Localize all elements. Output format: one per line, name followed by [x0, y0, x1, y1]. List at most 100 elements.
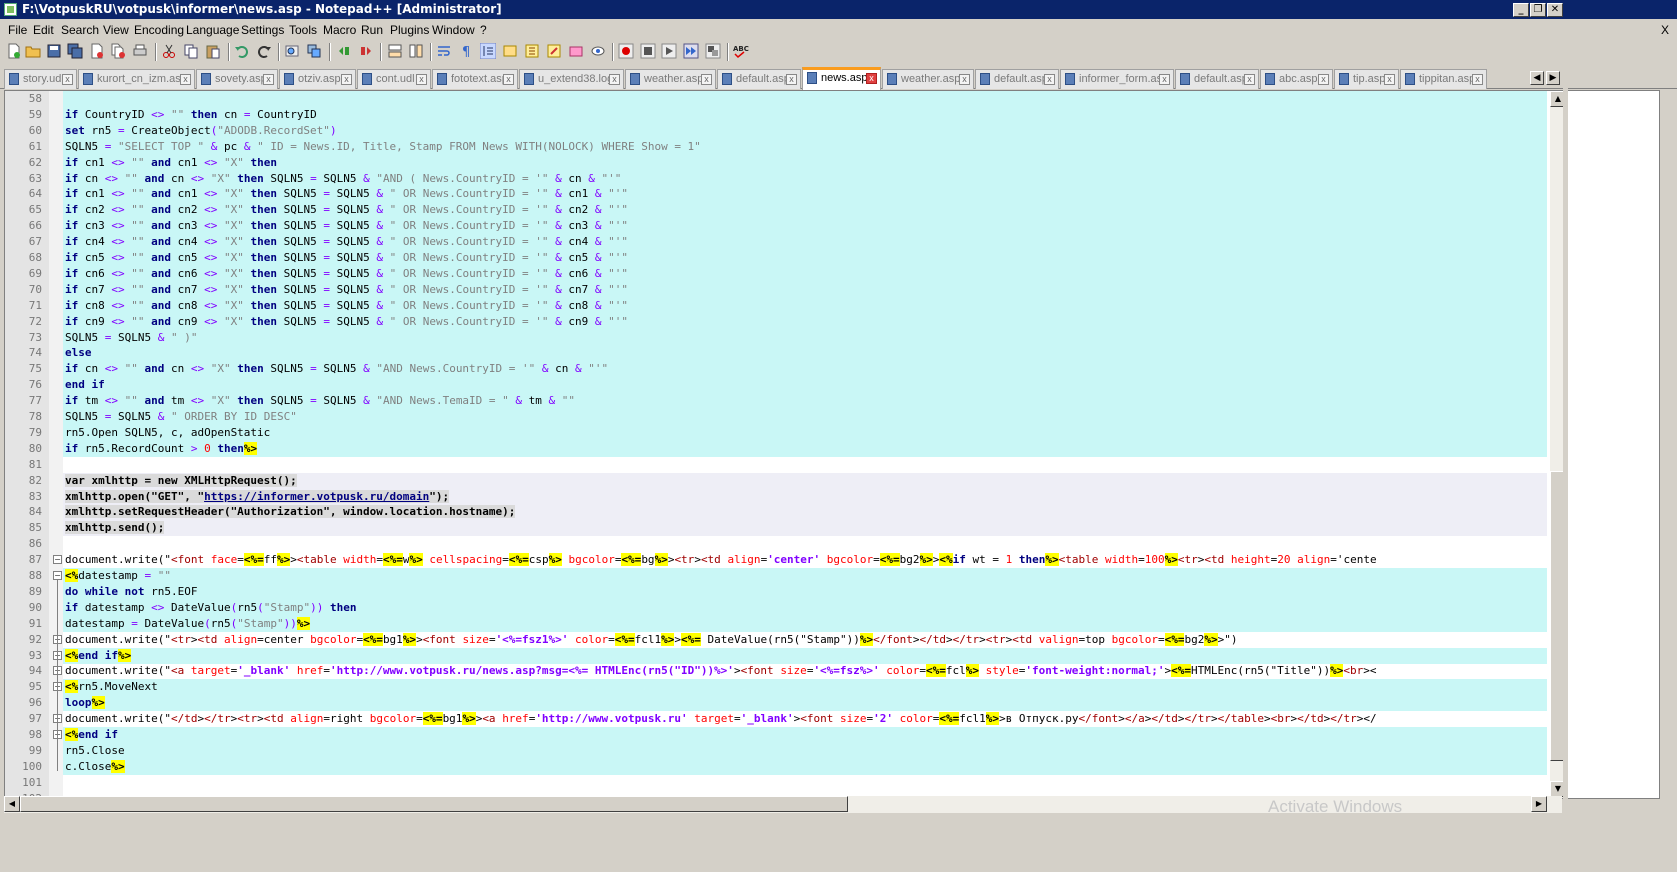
- code-line[interactable]: <%rn5.MoveNext: [63, 679, 1547, 696]
- code-line[interactable]: <%datestamp = "": [63, 568, 1547, 584]
- menu-help[interactable]: ?: [480, 23, 487, 37]
- close-all-icon[interactable]: [110, 43, 126, 59]
- spellcheck-icon[interactable]: ABC: [733, 43, 751, 59]
- redo-icon[interactable]: [256, 43, 272, 59]
- tab-scroll-left-button[interactable]: ◀: [1530, 71, 1544, 85]
- tab-close-icon[interactable]: x: [263, 74, 274, 85]
- menu-settings[interactable]: Settings: [241, 23, 284, 37]
- code-line[interactable]: if cn4 <> "" and cn4 <> "X" then SQLN5 =…: [63, 234, 1547, 251]
- code-line[interactable]: if cn1 <> "" and cn1 <> "X" then SQLN5 =…: [63, 186, 1547, 203]
- play-multiple-icon[interactable]: [683, 43, 699, 59]
- new-file-icon[interactable]: [6, 43, 22, 59]
- code-line[interactable]: [63, 536, 1547, 552]
- menu-window[interactable]: Window: [432, 23, 475, 37]
- code-line[interactable]: document.write("<tr><td align=center bgc…: [63, 632, 1547, 648]
- code-line[interactable]: if datestamp <> DateValue(rn5("Stamp")) …: [63, 599, 1547, 616]
- close-icon[interactable]: [89, 43, 105, 59]
- tab-default-asp-3[interactable]: default.asp x: [1175, 69, 1259, 89]
- menu-view[interactable]: View: [103, 23, 129, 37]
- tab-close-icon[interactable]: x: [1318, 74, 1329, 85]
- sync-v-icon[interactable]: [387, 43, 403, 59]
- tab-u-extend38-log[interactable]: u_extend38.log x: [519, 69, 624, 89]
- scroll-right-arrow-icon[interactable]: ▶: [1531, 796, 1547, 812]
- menu-run[interactable]: Run: [361, 23, 383, 37]
- tab-close-icon[interactable]: x: [1472, 74, 1483, 85]
- copy-icon[interactable]: [183, 43, 199, 59]
- save-all-icon[interactable]: [67, 43, 83, 59]
- tab-default-asp-2[interactable]: default.asp x: [975, 69, 1059, 89]
- function-list-icon[interactable]: [524, 43, 540, 59]
- tab-close-icon[interactable]: x: [180, 74, 191, 85]
- tab-weather-asp-2[interactable]: weather.asp x: [882, 69, 974, 89]
- code-line[interactable]: [63, 91, 1547, 107]
- code-line[interactable]: if CountryID <> "" then cn = CountryID: [63, 106, 1547, 123]
- tab-informer-form-asp[interactable]: informer_form.asp x: [1060, 69, 1174, 89]
- code-line[interactable]: SQLN5 = SQLN5 & " ORDER BY ID DESC": [63, 409, 1547, 425]
- tab-close-icon[interactable]: x: [866, 73, 877, 84]
- tab-close-icon[interactable]: x: [609, 74, 620, 85]
- code-line[interactable]: loop%>: [63, 695, 1547, 712]
- code-line[interactable]: datestamp = DateValue(rn5("Stamp"))%>: [63, 615, 1547, 632]
- tab-close-icon[interactable]: x: [503, 74, 514, 85]
- eye-icon[interactable]: [590, 43, 606, 59]
- tab-tip-asp[interactable]: tip.asp x: [1334, 69, 1399, 89]
- fold-toggle-icon[interactable]: −: [53, 555, 62, 565]
- fold-toggle-icon[interactable]: −: [53, 571, 62, 580]
- scroll-left-arrow-icon[interactable]: ◀: [4, 796, 20, 812]
- minimize-button[interactable]: _: [1513, 3, 1529, 17]
- tab-default-asp[interactable]: default.asp x: [717, 69, 801, 89]
- code-line[interactable]: if tm <> "" and tm <> "X" then SQLN5 = S…: [63, 393, 1547, 410]
- tab-close-icon[interactable]: x: [1244, 74, 1255, 85]
- menu-edit[interactable]: Edit: [33, 23, 54, 37]
- sync-h-icon[interactable]: [408, 43, 424, 59]
- save-icon[interactable]: [46, 43, 62, 59]
- tab-cont-udl[interactable]: cont.udl x: [357, 69, 431, 89]
- tab-tippitan-asp[interactable]: tippitan.asp x: [1400, 69, 1487, 89]
- code-line[interactable]: else: [63, 345, 1547, 362]
- code-line[interactable]: if cn5 <> "" and cn5 <> "X" then SQLN5 =…: [63, 250, 1547, 266]
- wrap-icon[interactable]: [436, 43, 452, 59]
- code-line[interactable]: SQLN5 = "SELECT TOP " & pc & " ID = News…: [63, 138, 1547, 155]
- tab-close-icon[interactable]: x: [1159, 74, 1170, 85]
- tab-close-icon[interactable]: x: [416, 74, 427, 85]
- tab-close-icon[interactable]: x: [341, 74, 352, 85]
- tab-close-icon[interactable]: x: [1384, 74, 1395, 85]
- close-document-button[interactable]: X: [1661, 23, 1669, 37]
- menu-language[interactable]: Language: [186, 23, 239, 37]
- close-window-button[interactable]: ✕: [1547, 3, 1563, 17]
- code-line[interactable]: rn5.Close: [63, 742, 1547, 759]
- code-line[interactable]: if cn <> "" and cn <> "X" then SQLN5 = S…: [63, 170, 1547, 187]
- code-line[interactable]: SQLN5 = SQLN5 & " )": [63, 329, 1547, 346]
- stop-macro-icon[interactable]: [640, 43, 656, 59]
- tab-sovety-asp[interactable]: sovety.asp x: [196, 69, 278, 89]
- code-line[interactable]: if cn7 <> "" and cn7 <> "X" then SQLN5 =…: [63, 281, 1547, 298]
- editor-pane[interactable]: 58 59 60 61 62 63 64 65 66 67 68 69 70 71 72 73 74 75 76 77…: [4, 90, 1660, 799]
- undo-icon[interactable]: [234, 43, 250, 59]
- menu-tools[interactable]: Tools: [289, 23, 317, 37]
- menu-plugins[interactable]: Plugins: [390, 23, 429, 37]
- paste-icon[interactable]: [205, 43, 221, 59]
- open-file-icon[interactable]: [25, 43, 41, 59]
- code-line[interactable]: end if: [63, 377, 1547, 394]
- tab-news-asp[interactable]: news.asp x: [802, 67, 881, 90]
- tab-close-icon[interactable]: x: [1044, 74, 1055, 85]
- code-line[interactable]: document.write("<font face=<%=ff%>><tabl…: [63, 552, 1547, 568]
- code-line[interactable]: if cn8 <> "" and cn8 <> "X" then SQLN5 =…: [63, 297, 1547, 314]
- code-line[interactable]: [63, 457, 1547, 473]
- indent-guide-icon[interactable]: [480, 43, 496, 59]
- code-line[interactable]: [63, 775, 1547, 791]
- replace-icon[interactable]: [306, 43, 322, 59]
- code-line[interactable]: <%end if%>: [63, 647, 1547, 664]
- cut-icon[interactable]: [161, 43, 177, 59]
- code-line[interactable]: set rn5 = CreateObject("ADODB.RecordSet"…: [63, 122, 1547, 139]
- tab-story-udl[interactable]: story.udl x: [4, 69, 77, 89]
- code-line[interactable]: if cn1 <> "" and cn1 <> "X" then: [63, 154, 1547, 171]
- code-line[interactable]: c.Close%>: [63, 758, 1547, 775]
- code-line[interactable]: do while not rn5.EOF: [63, 583, 1547, 600]
- tab-kurort-cn-izm-asp[interactable]: kurort_cn_izm.asp x: [78, 69, 195, 89]
- code-line[interactable]: if cn2 <> "" and cn2 <> "X" then SQLN5 =…: [63, 202, 1547, 219]
- restore-button[interactable]: ❐: [1530, 3, 1546, 17]
- tab-close-icon[interactable]: x: [959, 74, 970, 85]
- menu-macro[interactable]: Macro: [323, 23, 356, 37]
- tab-scroll-right-button[interactable]: ▶: [1546, 71, 1560, 85]
